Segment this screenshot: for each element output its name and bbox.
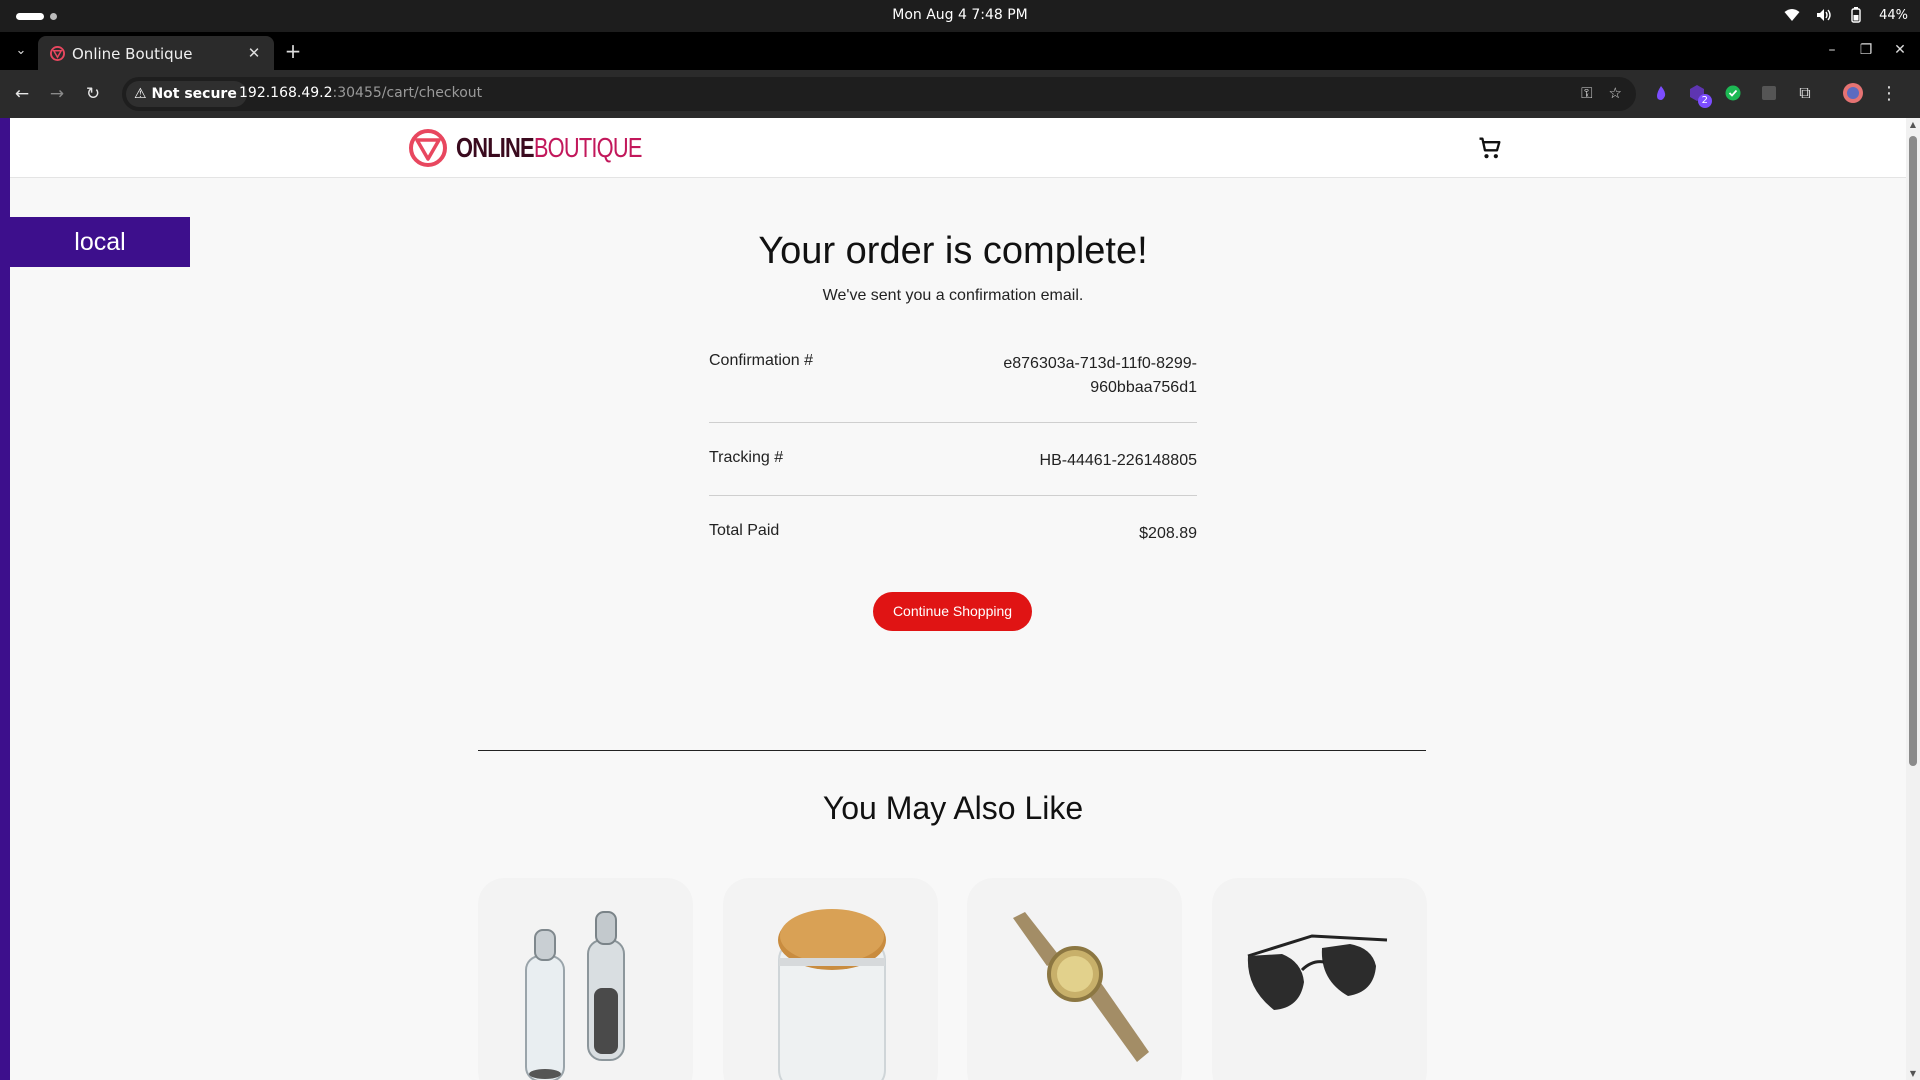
extensions-puzzle-icon[interactable]: ⧉: [1794, 82, 1816, 104]
tracking-label: Tracking #: [709, 449, 784, 466]
total-paid-label: Total Paid: [709, 522, 780, 539]
continue-shopping-button[interactable]: Continue Shopping: [873, 592, 1032, 631]
battery-percent: 44%: [1879, 7, 1908, 23]
bookmark-star-icon[interactable]: ☆: [1609, 84, 1622, 102]
page-scrollbar[interactable]: ▲ ▼: [1906, 118, 1920, 1080]
scroll-up-arrow-icon[interactable]: ▲: [1908, 120, 1918, 129]
section-divider: [478, 750, 1426, 751]
product-card-wristwatch[interactable]: [967, 878, 1182, 1080]
reload-icon[interactable]: ↻: [81, 82, 105, 106]
security-chip[interactable]: ⚠ Not secure: [126, 81, 247, 107]
browser-toolbar: ← → ↻ ⚠ Not secure 192.168.49.2:30455/ca…: [0, 70, 1920, 118]
tab-online-boutique[interactable]: Online Boutique ✕: [38, 36, 274, 70]
forward-arrow-icon[interactable]: →: [45, 82, 69, 106]
site-logo[interactable]: ONLINEBOUTIQUE: [408, 128, 694, 168]
product-card-mason-jar[interactable]: [723, 878, 938, 1080]
window-controls: – ❐ ✕: [1822, 40, 1910, 60]
scrollbar-thumb[interactable]: [1909, 136, 1917, 766]
divider: [709, 422, 1197, 423]
security-label: Not secure: [151, 86, 237, 102]
tab-search-chevron-down-icon[interactable]: ⌄: [10, 40, 32, 62]
extension-flame-icon[interactable]: [1650, 82, 1672, 104]
boutique-logo-icon: [409, 129, 447, 167]
back-arrow-icon[interactable]: ←: [10, 82, 34, 106]
confirmation-row: Confirmation # e876303a-713d-11f0-8299- …: [709, 352, 1197, 402]
extension-square-icon[interactable]: [1758, 82, 1780, 104]
logo-wordmark: ONLINEBOUTIQUE: [456, 132, 642, 163]
battery-icon: [1847, 6, 1865, 24]
wifi-icon: [1783, 6, 1801, 24]
sunglasses-image: [1212, 878, 1427, 1080]
volume-icon: [1815, 6, 1833, 24]
address-bar[interactable]: ⚠ Not secure 192.168.49.2:30455/cart/che…: [122, 77, 1636, 111]
restore-icon[interactable]: ❐: [1856, 40, 1876, 60]
minimize-icon[interactable]: –: [1822, 40, 1842, 60]
confirmation-label: Confirmation #: [709, 352, 814, 369]
mason-jar-image: [723, 878, 938, 1080]
browser-menu-icon[interactable]: ⋮: [1878, 82, 1900, 104]
tracking-row: Tracking # HB-44461-226148805: [709, 449, 1197, 473]
extension-check-icon[interactable]: [1722, 82, 1744, 104]
order-complete-title: Your order is complete!: [758, 230, 1148, 272]
tab-title: Online Boutique: [72, 45, 193, 63]
tracking-value: HB-44461-226148805: [1039, 452, 1197, 469]
total-paid-row: Total Paid $208.89: [709, 522, 1197, 546]
close-window-icon[interactable]: ✕: [1890, 40, 1910, 60]
confirmation-value: e876303a-713d-11f0-8299- 960bbaa756d1: [1003, 355, 1197, 396]
warning-triangle-icon: ⚠: [134, 86, 147, 102]
scroll-down-arrow-icon[interactable]: ▼: [1908, 1069, 1918, 1078]
omnibox-actions: ⚿ ☆: [1581, 84, 1622, 102]
recommendations-title: You May Also Like: [822, 790, 1084, 826]
extensions-area: 2 ⧉ ⋮: [1650, 82, 1900, 108]
system-tray[interactable]: 44%: [1783, 6, 1908, 24]
shopping-cart-icon[interactable]: [1476, 134, 1504, 162]
web-page: ONLINEBOUTIQUE local Your order is compl…: [0, 118, 1906, 1080]
password-key-icon[interactable]: ⚿: [1581, 84, 1592, 102]
extension-hex-icon[interactable]: 2: [1686, 82, 1712, 108]
clock[interactable]: Mon Aug 4 7:48 PM: [0, 7, 1920, 23]
product-card-sunglasses[interactable]: [1212, 878, 1427, 1080]
confirmation-email-note: We've sent you a confirmation email.: [822, 287, 1084, 304]
total-paid-value: $208.89: [1139, 525, 1197, 542]
os-top-bar: Mon Aug 4 7:48 PM 44%: [0, 0, 1920, 32]
close-tab-icon[interactable]: ✕: [244, 43, 264, 63]
new-tab-plus-icon[interactable]: +: [282, 40, 304, 62]
extension-badge: 2: [1697, 94, 1712, 108]
site-header: ONLINEBOUTIQUE: [10, 118, 1906, 178]
boutique-favicon-icon: [50, 46, 65, 61]
product-card-salt-pepper-shakers[interactable]: [478, 878, 693, 1080]
browser-tab-strip: ⌄ Online Boutique ✕ + – ❐ ✕: [0, 32, 1920, 70]
url-text[interactable]: 192.168.49.2:30455/cart/checkout: [239, 85, 482, 101]
profile-avatar[interactable]: [1842, 82, 1864, 104]
wristwatch-image: [967, 878, 1182, 1080]
salt-pepper-shakers-image: [478, 878, 693, 1080]
divider: [709, 495, 1197, 496]
